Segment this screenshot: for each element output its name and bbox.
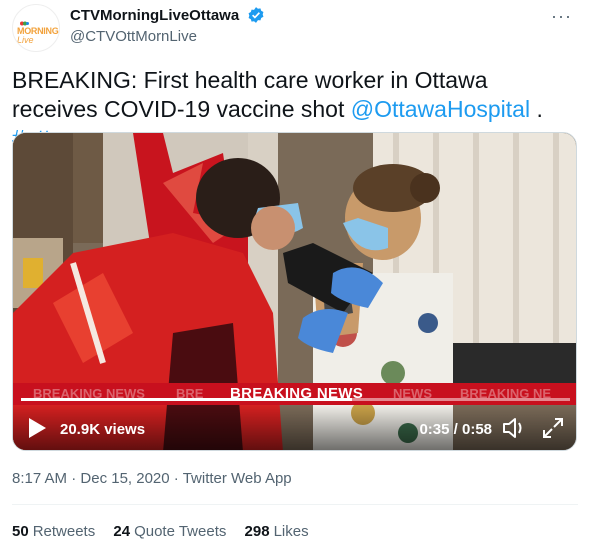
likes-stat[interactable]: 298 Likes [245,523,309,540]
retweets-count: 50 [12,523,29,540]
tweet-source[interactable]: Twitter Web App [183,470,292,487]
verified-badge-icon [248,7,264,23]
author-names: CTVMorningLiveOttawa @CTVOttMornLive [70,6,265,45]
avatar-text-live: Live [17,35,34,45]
meta-separator: · [169,470,183,487]
tweet-meta: 8:17 AM · Dec 15, 2020 · Twitter Web App [12,470,292,487]
avatar[interactable]: MORNING Live [12,4,60,52]
retweets-stat[interactable]: 50 Retweets [12,523,95,540]
tweet-time[interactable]: 8:17 AM [12,470,67,487]
likes-count: 298 [244,523,270,540]
author-display-name[interactable]: CTVMorningLiveOttawa [70,7,239,24]
video-progress-bar[interactable] [21,398,570,401]
fullscreen-icon[interactable] [542,417,564,439]
tweet-header: MORNING Live CTVMorningLiveOttawa @CTVOt… [12,2,578,52]
author-handle[interactable]: @CTVOttMornLive [70,28,265,45]
volume-icon[interactable] [502,417,526,439]
retweets-label: Retweets [32,523,96,540]
quotes-label: Quote Tweets [134,523,227,540]
more-options-icon[interactable]: ··· [551,6,572,27]
quotes-count: 24 [113,523,131,540]
tweet-stats: 50 Retweets 24 Quote Tweets 298 Likes [12,523,323,540]
mention-link[interactable]: @OttawaHospital [351,96,530,122]
view-count: 20.9K views [60,421,146,438]
video-player[interactable]: BREAKING NEWS BRE BREAKING NEWS NEWS BRE… [12,132,577,451]
video-controls: 20.9K views 0:35 / 0:58 [13,405,576,450]
meta-separator: · [67,470,81,487]
likes-label: Likes [273,523,309,540]
tweet-date[interactable]: Dec 15, 2020 [80,470,169,487]
video-time: 0:35 / 0:58 [419,421,492,438]
quote-tweets-stat[interactable]: 24 Quote Tweets [113,523,226,540]
divider [12,504,578,505]
video-progress-fill [21,398,353,401]
play-icon[interactable] [27,417,47,439]
tweet-text-separator: . [530,96,543,122]
breaking-news-ticker: BREAKING NEWS BRE BREAKING NEWS NEWS BRE… [13,383,576,405]
